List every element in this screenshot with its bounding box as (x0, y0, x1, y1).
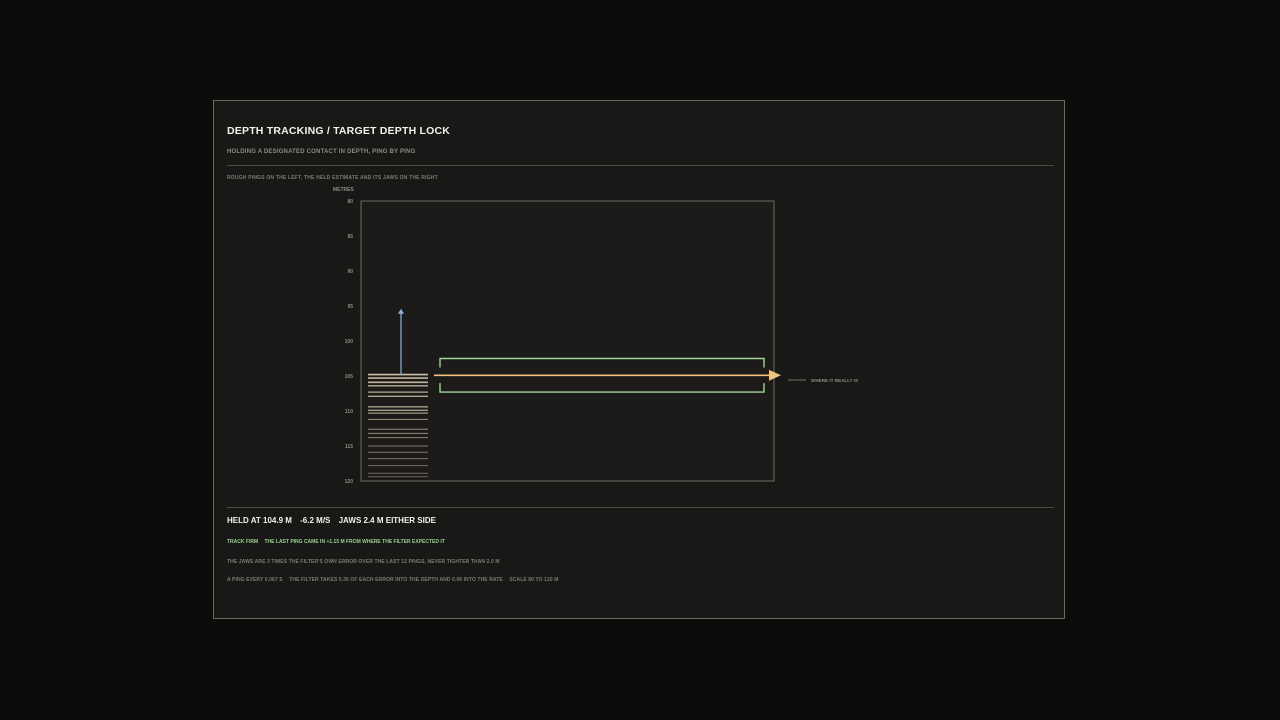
readout-line: HELD AT 104.9 M -6.2 M/S JAWS 2.4 M EITH… (227, 516, 442, 525)
y-tick-label: 105 (345, 374, 354, 380)
y-tick-label: 90 (347, 269, 353, 275)
y-tick-label: 80 (347, 199, 353, 205)
y-tick-label: 120 (345, 479, 354, 485)
tracking-panel: DEPTH TRACKING / TARGET DEPTH LOCK HOLDI… (213, 100, 1065, 619)
y-axis-label: METRES (333, 187, 355, 193)
y-tick-label: 110 (345, 409, 353, 415)
ping-rate-text: A PING EVERY 0.067 S (227, 577, 283, 583)
jaws-rule-text: THE JAWS ARE 3 TIMES THE FILTER'S OWN ER… (227, 559, 500, 565)
y-tick-label: 85 (347, 234, 353, 240)
rate-readout: -6.2 M/S (300, 516, 331, 525)
filter-note: A PING EVERY 0.067 S THE FILTER TAKES 0.… (227, 577, 563, 583)
scale-text: SCALE 80 TO 120 M (509, 577, 559, 583)
filter-gain-text: THE FILTER TAKES 0.35 OF EACH ERROR INTO… (289, 577, 503, 583)
held-depth-readout: HELD AT 104.9 M (227, 516, 292, 525)
jaws-rule-note: THE JAWS ARE 3 TIMES THE FILTER'S OWN ER… (227, 559, 505, 565)
y-tick-label: 95 (347, 304, 353, 310)
track-status: TRACK FIRM THE LAST PING CAME IN +1.15 M… (227, 539, 450, 545)
y-axis-ticks: 80 85 90 95 100 105 110 115 120 (345, 199, 354, 485)
status-badge: TRACK FIRM (227, 539, 259, 545)
true-depth-label: WHERE IT REALLY IS (811, 378, 858, 383)
status-message: THE LAST PING CAME IN +1.15 M FROM WHERE… (264, 539, 445, 545)
plot-area (360, 200, 775, 482)
y-tick-label: 115 (345, 444, 353, 450)
y-tick-label: 100 (345, 339, 354, 345)
jaws-readout: JAWS 2.4 M EITHER SIDE (338, 516, 436, 525)
estimate-arrowhead (769, 369, 781, 381)
readout-divider (227, 507, 1054, 508)
true-depth-marker: WHERE IT REALLY IS (788, 378, 858, 383)
